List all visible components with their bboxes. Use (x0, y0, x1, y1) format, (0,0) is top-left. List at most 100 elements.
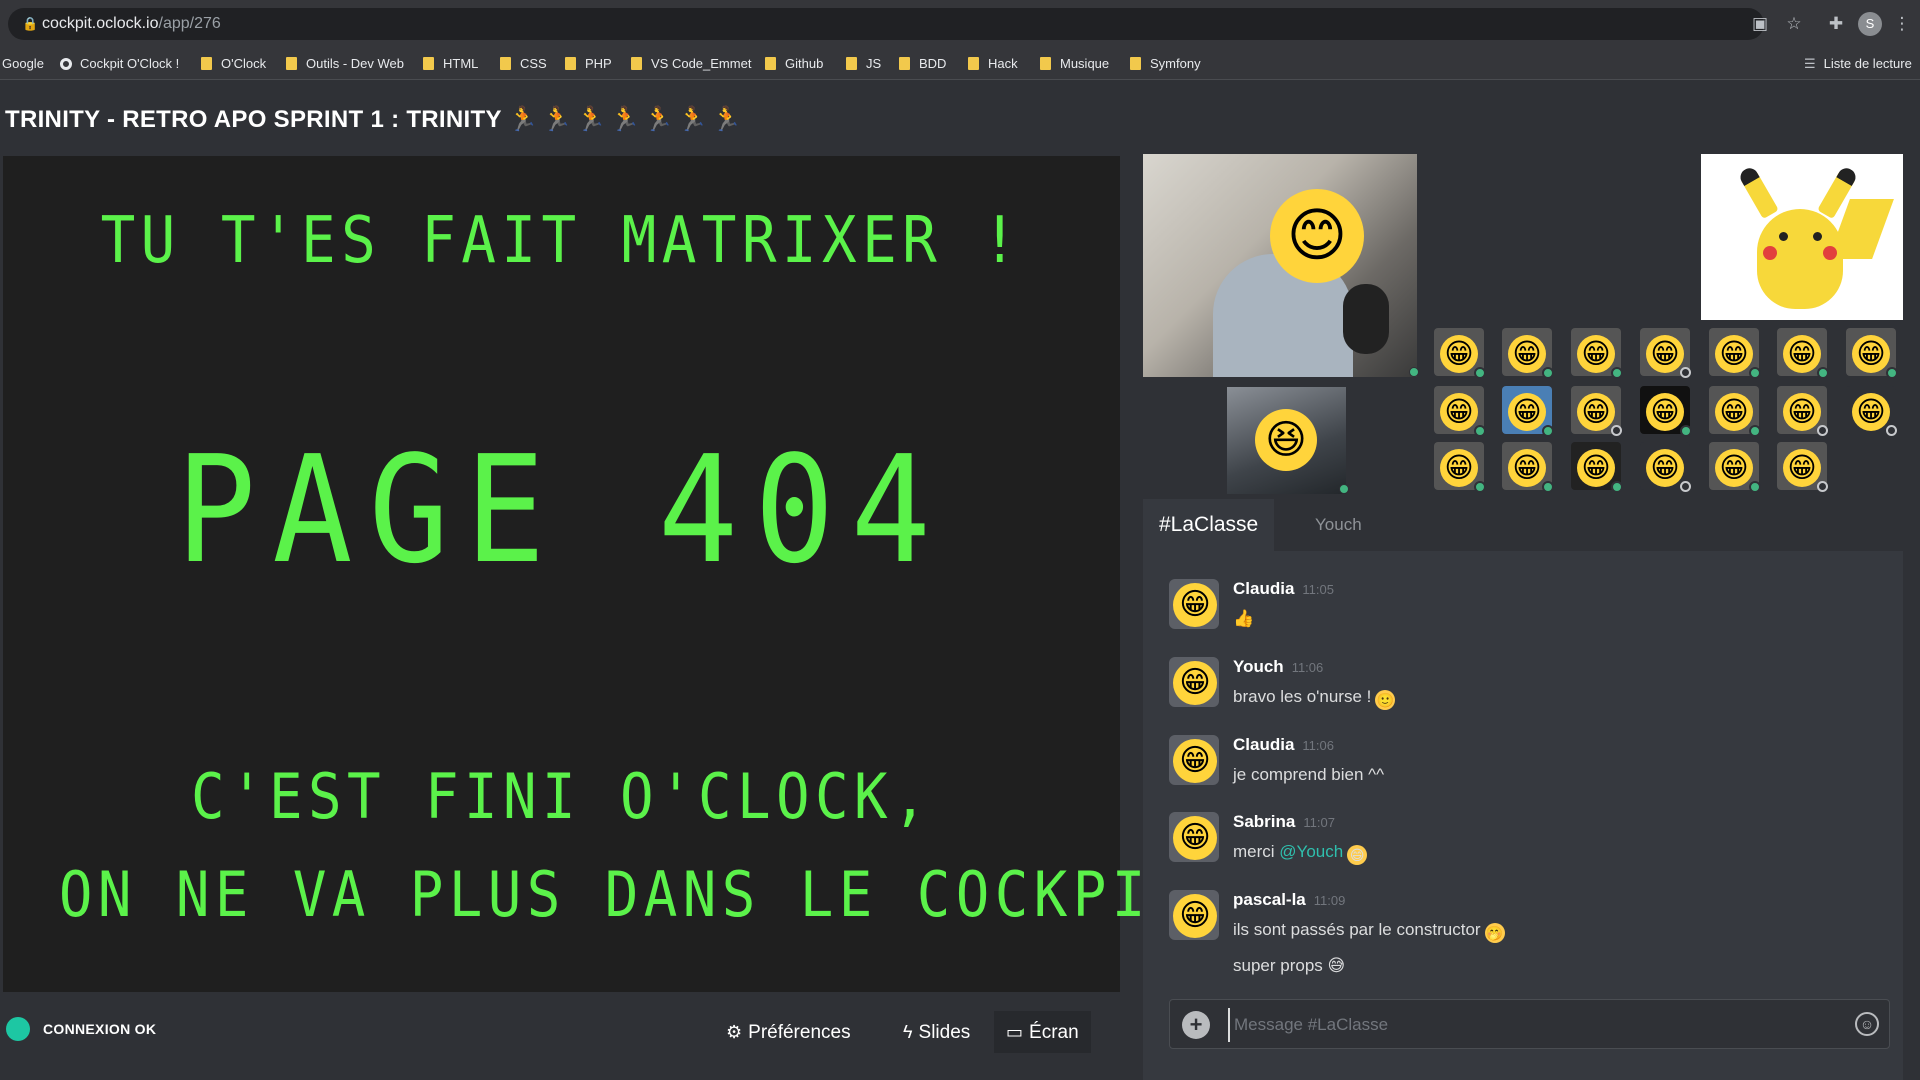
face-emoji: 😁 (1783, 393, 1821, 431)
avatar: 😁 (1169, 579, 1219, 629)
bookmark-folder-html[interactable]: HTML (423, 48, 478, 80)
tab-youch[interactable]: Youch (1299, 499, 1378, 551)
message-list[interactable]: 😁 Claudia 11:05 👍 😁 Youch 11:06 bravo les … (1143, 551, 1903, 987)
face-emoji: 😁 (1577, 393, 1615, 431)
presence-dot (1474, 425, 1486, 437)
presence-dot (1474, 481, 1486, 493)
bookmark-folder-php[interactable]: PHP (565, 48, 612, 80)
microphone (1343, 284, 1389, 354)
message-text-followup: super props 😅 (1233, 956, 1346, 975)
folder-icon (899, 57, 910, 70)
presence-dot (1680, 481, 1691, 492)
slides-button[interactable]: ϟ Slides (891, 1011, 982, 1053)
reading-list-icon: ☰ (1804, 56, 1816, 71)
folder-icon (1040, 57, 1051, 70)
bookmark-folder-bdd[interactable]: BDD (899, 48, 946, 80)
preferences-button[interactable]: ⚙ Préférences (714, 1011, 863, 1053)
gear-icon: ⚙ (726, 1022, 743, 1042)
bookmark-label: PHP (585, 56, 612, 71)
face-emoji: 😁 (1577, 335, 1615, 373)
bookmark-label: Google (2, 56, 44, 71)
tab-laclasse[interactable]: #LaClasse (1143, 499, 1274, 551)
main-webcam[interactable]: 😊 (1143, 154, 1417, 377)
message-text: 👍 (1233, 609, 1255, 628)
bookmarks-bar: Google Cockpit O'Clock ! O'Clock Outils … (0, 48, 1920, 80)
presence-dot (1886, 425, 1897, 436)
pikachu-avatar[interactable] (1701, 154, 1903, 320)
pikachu-eye (1813, 232, 1822, 241)
message-body: bravo les o'nurse ! (1233, 687, 1372, 706)
bookmark-cockpit[interactable]: Cockpit O'Clock ! (60, 48, 179, 80)
bookmark-folder-vscode[interactable]: VS Code_Emmet (631, 48, 751, 80)
face-emoji: 😁 (1646, 393, 1684, 431)
bookmark-label: HTML (443, 56, 479, 71)
folder-icon (631, 57, 642, 70)
presence-dot (1680, 367, 1691, 378)
folder-icon (846, 57, 857, 70)
bookmark-folder-musique[interactable]: Musique (1040, 48, 1109, 80)
user-mention[interactable]: @Youch (1279, 842, 1343, 861)
plus-icon[interactable]: + (1182, 1011, 1210, 1039)
bookmark-label: CSS (520, 56, 547, 71)
reading-list[interactable]: ☰ Liste de lecture (1804, 48, 1912, 80)
chat-tabs: #LaClasse Youch (1143, 499, 1903, 551)
message-time: 11:06 (1291, 660, 1324, 675)
face-emoji: 😁 (1440, 393, 1478, 431)
hand-over-mouth-emoji: 🤭 (1484, 923, 1505, 943)
face-emoji: 😁 (1173, 583, 1217, 627)
address-bar[interactable]: 🔒 cockpit.oclock.io/app/276 (8, 8, 1764, 40)
star-icon[interactable]: ☆ (1782, 12, 1806, 36)
pikachu-eye (1779, 232, 1788, 241)
folder-icon (201, 57, 212, 70)
bookmark-folder-hack[interactable]: Hack (968, 48, 1018, 80)
bookmark-folder-symfony[interactable]: Symfony (1130, 48, 1201, 80)
message-input[interactable] (1228, 1008, 1828, 1042)
message-time: 11:09 (1313, 893, 1346, 908)
message-author: Claudia 11:06 (1233, 735, 1334, 755)
author-name: Sabrina (1233, 812, 1296, 831)
face-emoji: 😁 (1715, 335, 1753, 373)
presence-dot (1817, 481, 1828, 492)
presence-dot (1611, 367, 1623, 379)
emoji-picker-icon[interactable]: ☺ (1855, 1012, 1879, 1036)
page-title-text: TRINITY - RETRO APO SPRINT 1 : TRINITY (5, 106, 502, 133)
profile-avatar[interactable]: S (1858, 12, 1882, 36)
presence-dot (1611, 425, 1622, 436)
folder-icon (423, 57, 434, 70)
screen-button[interactable]: ▭ Écran (994, 1011, 1091, 1053)
connection-status: CONNEXION OK (43, 1021, 157, 1037)
bookmark-google[interactable]: Google (2, 48, 44, 80)
presence-dot (1611, 481, 1623, 493)
page-title: TRINITY - RETRO APO SPRINT 1 : TRINITY 🏃… (5, 105, 745, 134)
screen-label: Écran (1029, 1022, 1079, 1043)
presence-dot (1680, 425, 1692, 437)
extensions-icon[interactable]: ✚ (1824, 12, 1848, 36)
secondary-webcam[interactable]: 😆 (1227, 387, 1346, 494)
bookmark-folder-outils[interactable]: Outils - Dev Web (286, 48, 404, 80)
presence-dot (1409, 367, 1419, 377)
bookmark-folder-github[interactable]: Github (765, 48, 823, 80)
presence-dot (1542, 367, 1554, 379)
slide-line-4: ON NE VA PLUS DANS LE COCKPIT (58, 858, 1190, 931)
avatar: 😁 (1169, 657, 1219, 707)
oclock-site-icon (60, 58, 72, 70)
face-emoji: 😁 (1508, 393, 1546, 431)
bookmark-folder-oclock[interactable]: O'Clock (201, 48, 266, 80)
face-emoji: 😁 (1173, 816, 1217, 860)
bookmark-folder-css[interactable]: CSS (500, 48, 547, 80)
menu-kebab-icon[interactable]: ⋮ (1890, 12, 1914, 36)
message-author: Claudia 11:05 (1233, 579, 1334, 599)
presence-dot (1542, 425, 1554, 437)
face-emoji: 😁 (1173, 661, 1217, 705)
bookmark-label: Outils - Dev Web (306, 56, 405, 71)
presence-dot (1749, 481, 1761, 493)
message-author: Sabrina 11:07 (1233, 812, 1335, 832)
folder-icon (286, 57, 297, 70)
presence-dot (1474, 367, 1486, 379)
cockpit-app: TRINITY - RETRO APO SPRINT 1 : TRINITY 🏃… (0, 81, 1920, 1080)
url-host: cockpit.oclock.io (42, 15, 159, 32)
bookmark-label: VS Code_Emmet (651, 56, 752, 71)
message-text: merci @Youch 😄 (1233, 842, 1368, 865)
camera-blocked-icon[interactable]: ▣ (1748, 12, 1772, 36)
bookmark-folder-js[interactable]: JS (846, 48, 881, 80)
